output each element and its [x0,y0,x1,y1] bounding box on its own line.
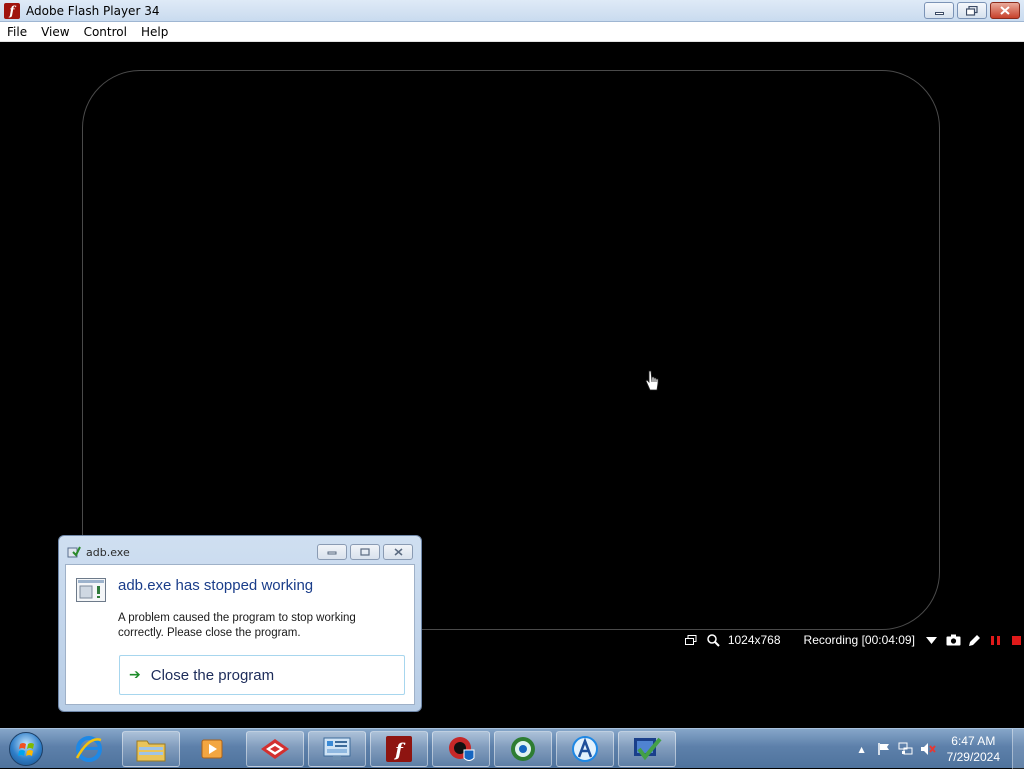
taskbar-control-panel[interactable] [308,731,366,767]
start-button[interactable] [6,730,46,768]
taskbar-app-globe[interactable] [494,731,552,767]
windows-orb-icon [9,732,43,766]
pencil-icon[interactable] [967,634,982,647]
zoom-icon[interactable] [705,633,722,647]
adb-app-icon [67,546,81,558]
taskbar-app-check[interactable] [618,731,676,767]
dialog-body: adb.exe has stopped working A problem ca… [65,564,415,705]
dialog-title: adb.exe [86,545,130,559]
green-arrow-icon: ➔ [129,667,141,683]
window-icon[interactable] [684,634,699,646]
taskbar-app-shield[interactable] [432,731,490,767]
dialog-title-bar: adb.exe [67,543,130,561]
camera-icon[interactable] [946,634,961,646]
app-check-icon [634,737,662,761]
recording-status: Recording [00:04:09] [803,633,915,647]
network-icon[interactable] [898,741,914,757]
close-button[interactable] [990,2,1020,19]
close-program-button[interactable]: ➔ Close the program [119,655,405,695]
restore-button[interactable] [957,2,987,19]
taskbar-internet-explorer[interactable] [60,731,118,767]
close-icon [394,548,402,556]
taskbar-app-red[interactable] [246,731,304,767]
minimize-button[interactable] [924,2,954,19]
recording-bar: 1024x768 Recording [00:04:09] [678,630,1024,650]
title-bar: f Adobe Flash Player 34 [0,0,1024,22]
hand-cursor-icon [645,370,659,391]
app-a-icon [572,736,598,762]
minimize-icon [934,12,944,15]
menu-help[interactable]: Help [134,22,175,42]
taskbar-app-a[interactable] [556,731,614,767]
tray-overflow-button[interactable]: ▲ [854,741,870,757]
window-controls [924,2,1020,19]
dialog-heading: adb.exe has stopped working [118,577,314,594]
program-window-icon [76,578,106,602]
menu-control[interactable]: Control [77,22,134,42]
taskbar-media-player[interactable] [184,731,242,767]
app-shield-icon [449,737,475,761]
maximize-icon [360,548,370,556]
app-globe-icon [511,737,535,761]
dialog-close-button[interactable] [383,544,413,560]
dropdown-arrow-icon[interactable] [925,636,938,644]
system-tray: ▲ 6:47 AM 7/29/2024 [851,729,1024,769]
taskbar: f ▲ 6:47 AM 7/29/2024 [0,728,1024,769]
show-desktop-button[interactable] [1012,729,1024,769]
window-title: Adobe Flash Player 34 [26,3,160,18]
dialog-maximize-button[interactable] [350,544,380,560]
menu-bar: File View Control Help [0,22,1024,42]
internet-explorer-icon [75,736,102,762]
volume-muted-icon[interactable] [920,741,936,757]
taskbar-file-explorer[interactable] [122,731,180,767]
minimize-icon [327,551,337,555]
error-dialog: adb.exe adb.exe has stopped working A pr… [58,535,422,712]
menu-view[interactable]: View [34,22,76,42]
resolution-label: 1024x768 [727,633,781,647]
clock-time: 6:47 AM [951,734,996,748]
clock-date: 7/29/2024 [946,750,1000,764]
file-explorer-icon [136,740,166,762]
dialog-message: A problem caused the program to stop wor… [118,612,356,639]
close-program-label: Close the program [150,666,275,684]
flash-player-icon: f [386,736,412,762]
pause-icon[interactable] [988,635,1003,646]
app-red-icon [261,739,289,759]
action-center-flag-icon[interactable] [876,741,892,757]
clock[interactable]: 6:47 AM 7/29/2024 [947,733,1000,765]
dialog-window-controls [317,544,413,560]
menu-file[interactable]: File [0,22,34,42]
close-icon [1000,6,1010,15]
dialog-minimize-button[interactable] [317,544,347,560]
flash-player-icon: f [4,2,20,19]
control-panel-icon [323,737,351,760]
taskbar-flash-player[interactable]: f [370,731,428,767]
media-player-icon [201,739,223,759]
restore-icon [966,5,978,16]
stop-icon[interactable] [1009,635,1024,646]
